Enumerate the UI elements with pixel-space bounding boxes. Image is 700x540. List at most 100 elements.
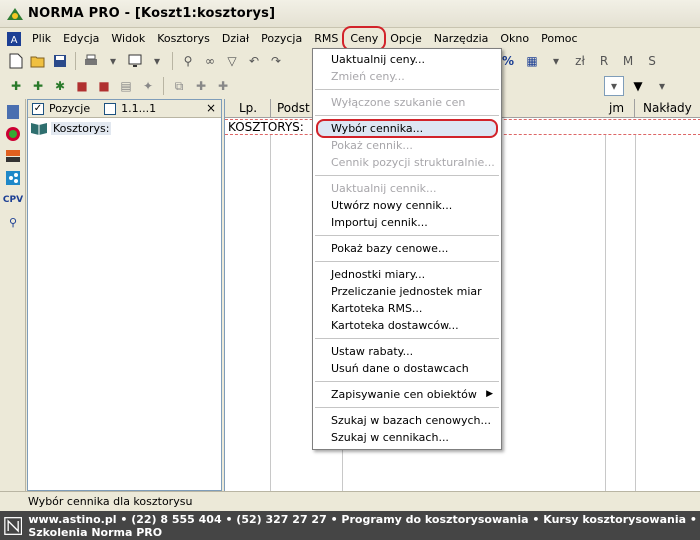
menu-item[interactable]: Szukaj w bazach cenowych... — [313, 412, 501, 429]
menu-okno[interactable]: Okno — [494, 29, 535, 48]
checkbox-pozycje[interactable]: ✓ — [32, 102, 44, 115]
save-icon[interactable] — [50, 51, 70, 71]
menu-item[interactable]: Cennik pozycji strukturalnie... — [313, 154, 501, 171]
redo-icon[interactable]: ↷ — [266, 51, 286, 71]
insert2-icon[interactable]: ✚ — [213, 76, 233, 96]
database-icon[interactable] — [4, 103, 22, 121]
monitor-dropdown-icon[interactable]: ▾ — [147, 51, 167, 71]
menu-item[interactable]: Szukaj w cennikach... — [313, 429, 501, 446]
funnel-icon[interactable]: ▼ — [628, 76, 648, 96]
workers-icon[interactable]: ✱ — [50, 76, 70, 96]
menu-dzial[interactable]: Dział — [216, 29, 255, 48]
menu-item[interactable]: Importuj cennik... — [313, 214, 501, 231]
submenu-arrow-icon: ▶ — [486, 389, 493, 399]
binoculars-icon[interactable]: ∞ — [200, 51, 220, 71]
s-button[interactable]: S — [642, 51, 662, 71]
title-bar: NORMA PRO - [Koszt1:kosztorys] — [0, 0, 700, 28]
menu-separator — [315, 261, 499, 262]
menu-narzedzia[interactable]: Narzędzia — [428, 29, 495, 48]
colorwheel-icon[interactable] — [4, 125, 22, 143]
menu-item[interactable]: Usuń dane o dostawcach — [313, 360, 501, 377]
ceny-menu: Uaktualnij ceny... Zmień ceny... Wyłączone… — [312, 48, 502, 450]
menu-separator — [315, 115, 499, 116]
menu-item[interactable]: Pokaż bazy cenowe... — [313, 240, 501, 257]
window-title: NORMA PRO - [Koszt1:kosztorys] — [28, 6, 276, 21]
grid-icon[interactable]: ▦ — [522, 51, 542, 71]
find-icon[interactable]: ⚲ — [178, 51, 198, 71]
share-icon[interactable] — [4, 169, 22, 187]
column-lp[interactable]: Lp. — [225, 99, 271, 118]
checkbox-pozycje-label: Pozycje — [49, 102, 91, 115]
menu-item[interactable]: Wyłączone szukanie cen — [313, 94, 501, 111]
menu-item[interactable]: Uaktualnij ceny... — [313, 51, 501, 68]
truck-icon[interactable]: ■ — [72, 76, 92, 96]
menu-item[interactable]: Pokaż cennik... — [313, 137, 501, 154]
menu-separator — [315, 338, 499, 339]
tree-panel: ✓ Pozycje 1.1...1 × Kosztorys: — [27, 99, 222, 491]
menu-item[interactable]: Ustaw rabaty... — [313, 343, 501, 360]
menu-kosztorys[interactable]: Kosztorys — [151, 29, 216, 48]
menu-item[interactable]: Jednostki miary... — [313, 266, 501, 283]
menu-item[interactable]: Kartoteka RMS... — [313, 300, 501, 317]
status-text: Wybór cennika dla kosztorysu — [28, 495, 193, 508]
combo-dropdown-icon[interactable]: ▾ — [604, 76, 624, 96]
undo-icon[interactable]: ↶ — [244, 51, 264, 71]
add-dz-icon[interactable]: ✚ — [6, 76, 26, 96]
filter-icon[interactable]: ▽ — [222, 51, 242, 71]
equipment-icon[interactable]: ■ — [94, 76, 114, 96]
menu-ceny[interactable]: Ceny — [342, 26, 387, 51]
ruler-icon[interactable] — [4, 147, 22, 165]
menu-separator — [315, 175, 499, 176]
menu-pomoc[interactable]: Pomoc — [535, 29, 583, 48]
menu-edycja[interactable]: Edycja — [57, 29, 105, 48]
left-icon-column: CPV ⚲ — [0, 99, 26, 491]
checkbox-level-label: 1.1...1 — [121, 102, 157, 115]
menu-item[interactable]: Uaktualnij cennik... — [313, 180, 501, 197]
menu-item[interactable]: Zapisywanie cen obiektów ▶ — [313, 386, 501, 403]
open-folder-icon[interactable] — [28, 51, 48, 71]
svg-text:A: A — [11, 35, 18, 46]
app-logo-icon — [7, 7, 23, 20]
menu-item[interactable]: Zmień ceny... — [313, 68, 501, 85]
column-naklady[interactable]: Nakłady — [635, 99, 700, 118]
menu-pozycja[interactable]: Pozycja — [255, 29, 308, 48]
document-icon[interactable]: A — [6, 31, 22, 47]
close-icon[interactable]: × — [204, 102, 218, 116]
copy-icon[interactable]: ⧉ — [169, 76, 189, 96]
tree-node-kosztorys[interactable]: Kosztorys: — [28, 120, 221, 136]
menu-widok[interactable]: Widok — [105, 29, 151, 48]
structure-icon[interactable]: ▤ — [116, 76, 136, 96]
menu-item[interactable]: Kartoteka dostawców... — [313, 317, 501, 334]
menu-rms[interactable]: RMS — [308, 29, 344, 48]
search-icon[interactable]: ⚲ — [4, 213, 22, 231]
print-icon[interactable] — [81, 51, 101, 71]
menu-item[interactable]: Przeliczanie jednostek miar — [313, 283, 501, 300]
cpv-icon[interactable]: CPV — [3, 191, 23, 209]
m-button[interactable]: M — [618, 51, 638, 71]
menu-opcje[interactable]: Opcje — [384, 29, 428, 48]
tree-header: ✓ Pozycje 1.1...1 × — [28, 100, 221, 118]
menu-bar: A Plik Edycja Widok Kosztorys Dział Pozy… — [0, 26, 700, 51]
print-dropdown-icon[interactable]: ▾ — [103, 51, 123, 71]
book-icon — [31, 123, 47, 135]
checkbox-level[interactable] — [104, 102, 117, 115]
menu-item[interactable]: Wybór cennika... — [313, 119, 501, 138]
column-jm[interactable]: jm — [605, 99, 635, 118]
footer-banner: www.astino.pl • (22) 8 555 404 • (52) 32… — [0, 511, 700, 540]
menu-separator — [315, 381, 499, 382]
menu-separator — [315, 235, 499, 236]
funnel-dropdown-icon[interactable]: ▾ — [652, 76, 672, 96]
column-divider — [635, 135, 636, 491]
zl-button[interactable]: zł — [570, 51, 590, 71]
insert-icon[interactable]: ✚ — [191, 76, 211, 96]
toolbar-separator — [163, 77, 164, 95]
r-button[interactable]: R — [594, 51, 614, 71]
menu-item[interactable]: Utwórz nowy cennik... — [313, 197, 501, 214]
toolbar-separator — [75, 52, 76, 70]
monitor-icon[interactable] — [125, 51, 145, 71]
add-knr-icon[interactable]: ✚ — [28, 76, 48, 96]
grid-dropdown-icon[interactable]: ▾ — [546, 51, 566, 71]
new-file-icon[interactable] — [6, 51, 26, 71]
spr-icon[interactable]: ✦ — [138, 76, 158, 96]
menu-plik[interactable]: Plik — [26, 29, 57, 48]
